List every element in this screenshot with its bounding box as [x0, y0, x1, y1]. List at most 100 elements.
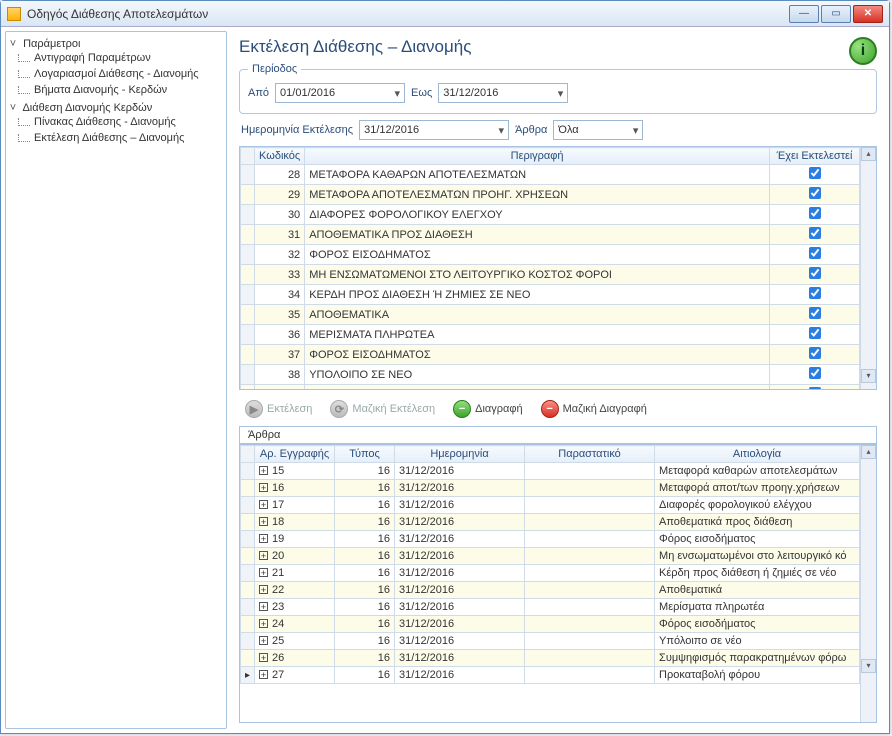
to-label: Εως: [411, 87, 432, 99]
table-row[interactable]: +271631/12/2016Προκαταβολή φόρου: [241, 667, 860, 684]
tree-node-table[interactable]: Πίνακας Διάθεσης - Διανομής: [8, 114, 224, 130]
col-entry-num[interactable]: Αρ. Εγγραφής: [255, 446, 335, 463]
expand-icon[interactable]: +: [259, 568, 268, 577]
executed-checkbox[interactable]: [809, 387, 821, 389]
table-row[interactable]: 28ΜΕΤΑΦΟΡΑ ΚΑΘΑΡΩΝ ΑΠΟΤΕΛΕΣΜΑΤΩΝ: [241, 165, 860, 185]
table-row[interactable]: 31ΑΠΟΘΕΜΑΤΙΚΑ ΠΡΟΣ ΔΙΑΘΕΣΗ: [241, 225, 860, 245]
table-row[interactable]: +261631/12/2016Συμψηφισμός παρακρατημένω…: [241, 650, 860, 667]
col-executed[interactable]: Έχει Εκτελεστεί: [770, 148, 860, 165]
table-row[interactable]: +171631/12/2016Διαφορές φορολογικού ελέγ…: [241, 497, 860, 514]
arthra-select[interactable]: Όλα ▾: [553, 120, 643, 140]
table-row[interactable]: +161631/12/2016Μεταφορά αποτ/των προηγ.χ…: [241, 480, 860, 497]
expand-icon[interactable]: +: [259, 602, 268, 611]
cell-num: +23: [255, 599, 335, 616]
minimize-button[interactable]: —: [789, 5, 819, 23]
table-row[interactable]: 33ΜΗ ΕΝΣΩΜΑΤΩΜΕΝΟΙ ΣΤΟ ΛΕΙΤΟΥΡΓΙΚΟ ΚΟΣΤΟ…: [241, 265, 860, 285]
tree-node-params[interactable]: ˅ Παράμετροι Αντιγραφή Παραμέτρων Λογαρι…: [8, 36, 224, 100]
mass-exec-button[interactable]: ⟳ Μαζική Εκτέλεση: [326, 398, 439, 420]
table-row[interactable]: +201631/12/2016Μη ενσωματωμένοι στο λειτ…: [241, 548, 860, 565]
cell-reason: Κέρδη προς διάθεση ή ζημιές σε νέο: [655, 565, 860, 582]
expand-icon[interactable]: +: [259, 483, 268, 492]
table-row[interactable]: 38ΥΠΟΛΟΙΠΟ ΣΕ ΝΕΟ: [241, 365, 860, 385]
cell-num: +26: [255, 650, 335, 667]
executed-checkbox[interactable]: [809, 327, 821, 339]
cell-code: 30: [255, 205, 305, 225]
executed-checkbox[interactable]: [809, 367, 821, 379]
expand-icon[interactable]: +: [259, 670, 268, 679]
vertical-scrollbar[interactable]: ▴ ▾: [860, 445, 876, 722]
cell-date: 31/12/2016: [395, 616, 525, 633]
tree-node-distribution[interactable]: ˅ Διάθεση Διανομής Κερδών Πίνακας Διάθεσ…: [8, 100, 224, 148]
col-reason[interactable]: Αιτιολογία: [655, 446, 860, 463]
col-document[interactable]: Παραστατικό: [525, 446, 655, 463]
table-row[interactable]: 37ΦΟΡΟΣ ΕΙΣΟΔΗΜΑΤΟΣ: [241, 345, 860, 365]
exec-button[interactable]: ▶ Εκτέλεση: [241, 398, 316, 420]
expand-icon[interactable]: +: [259, 551, 268, 560]
cell-date: 31/12/2016: [395, 599, 525, 616]
cell-doc: [525, 497, 655, 514]
cell-executed: [770, 245, 860, 265]
executed-checkbox[interactable]: [809, 227, 821, 239]
table-row[interactable]: +151631/12/2016Μεταφορά καθαρών αποτελεσ…: [241, 463, 860, 480]
table-row[interactable]: 36ΜΕΡΙΣΜΑΤΑ ΠΛΗΡΩΤΕΑ: [241, 325, 860, 345]
expand-icon[interactable]: +: [259, 534, 268, 543]
executed-checkbox[interactable]: [809, 247, 821, 259]
table-row[interactable]: +221631/12/2016Αποθεματικά: [241, 582, 860, 599]
vertical-scrollbar[interactable]: ▴ ▾: [860, 147, 876, 389]
col-desc[interactable]: Περιγραφή: [305, 148, 770, 165]
executed-checkbox[interactable]: [809, 267, 821, 279]
close-button[interactable]: ✕: [853, 5, 883, 23]
expand-icon[interactable]: +: [259, 585, 268, 594]
scroll-down-icon[interactable]: ▾: [861, 369, 876, 383]
table-row[interactable]: +211631/12/2016Κέρδη προς διάθεση ή ζημι…: [241, 565, 860, 582]
table-row[interactable]: 29ΜΕΤΑΦΟΡΑ ΑΠΟΤΕΛΕΣΜΑΤΩΝ ΠΡΟΗΓ. ΧΡΗΣΕΩΝ: [241, 185, 860, 205]
table-row[interactable]: 30ΔΙΑΦΟΡΕΣ ΦΟΡΟΛΟΓΙΚΟΥ ΕΛΕΓΧΟΥ: [241, 205, 860, 225]
cell-type: 16: [335, 650, 395, 667]
delete-button[interactable]: − Διαγραφή: [449, 398, 527, 420]
collapse-icon[interactable]: ˅: [8, 38, 18, 50]
col-date[interactable]: Ημερομηνία: [395, 446, 525, 463]
expand-icon[interactable]: +: [259, 636, 268, 645]
tree-node-copy-params[interactable]: Αντιγραφή Παραμέτρων: [8, 50, 224, 66]
table-row[interactable]: +241631/12/2016Φόρος εισοδήματος: [241, 616, 860, 633]
cell-doc: [525, 480, 655, 497]
scroll-up-icon[interactable]: ▴: [861, 147, 876, 161]
mass-delete-button[interactable]: − Μαζική Διαγραφή: [537, 398, 651, 420]
executed-checkbox[interactable]: [809, 207, 821, 219]
executed-checkbox[interactable]: [809, 287, 821, 299]
table-row[interactable]: +231631/12/2016Μερίσματα πληρωτέα: [241, 599, 860, 616]
scroll-up-icon[interactable]: ▴: [861, 445, 876, 459]
executed-checkbox[interactable]: [809, 187, 821, 199]
info-icon[interactable]: i: [849, 37, 877, 65]
cell-date: 31/12/2016: [395, 633, 525, 650]
table-row[interactable]: +191631/12/2016Φόρος εισοδήματος: [241, 531, 860, 548]
expand-icon[interactable]: +: [259, 517, 268, 526]
executed-checkbox[interactable]: [809, 347, 821, 359]
expand-icon[interactable]: +: [259, 466, 268, 475]
tree-node-accounts[interactable]: Λογαριασμοί Διάθεσης - Διανομής: [8, 66, 224, 82]
table-row[interactable]: +181631/12/2016Αποθεματικά προς διάθεση: [241, 514, 860, 531]
table-row[interactable]: 32ΦΟΡΟΣ ΕΙΣΟΔΗΜΑΤΟΣ: [241, 245, 860, 265]
table-row[interactable]: +251631/12/2016Υπόλοιπο σε νέο: [241, 633, 860, 650]
table-row[interactable]: 34ΚΕΡΔΗ ΠΡΟΣ ΔΙΑΘΕΣΗ Ή ΖΗΜΙΕΣ ΣΕ ΝΕΟ: [241, 285, 860, 305]
expand-icon[interactable]: +: [259, 653, 268, 662]
exec-date-input[interactable]: 31/12/2016 ▾: [359, 120, 509, 140]
expand-icon[interactable]: +: [259, 619, 268, 628]
collapse-icon[interactable]: ˅: [8, 102, 18, 114]
cell-num: +18: [255, 514, 335, 531]
scroll-down-icon[interactable]: ▾: [861, 659, 876, 673]
from-date-input[interactable]: 01/01/2016 ▾: [275, 83, 405, 103]
executed-checkbox[interactable]: [809, 167, 821, 179]
col-code[interactable]: Κωδικός: [255, 148, 305, 165]
tree-node-execute[interactable]: Εκτέλεση Διάθεσης – Διανομής: [8, 130, 224, 146]
cell-type: 16: [335, 531, 395, 548]
table-row[interactable]: 35ΑΠΟΘΕΜΑΤΙΚΑ: [241, 305, 860, 325]
executed-checkbox[interactable]: [809, 307, 821, 319]
col-type[interactable]: Τύπος: [335, 446, 395, 463]
table-row[interactable]: 39ΣΥΜΨΗΦΙΣΜΟΣ ΠΑΡΑΚΡΑΤΟΥΜΕΝΩΝ ΦΟΡΩΝ: [241, 385, 860, 390]
cell-code: 35: [255, 305, 305, 325]
to-date-input[interactable]: 31/12/2016 ▾: [438, 83, 568, 103]
maximize-button[interactable]: ▭: [821, 5, 851, 23]
tree-node-steps[interactable]: Βήματα Διανομής - Κερδών: [8, 82, 224, 98]
expand-icon[interactable]: +: [259, 500, 268, 509]
